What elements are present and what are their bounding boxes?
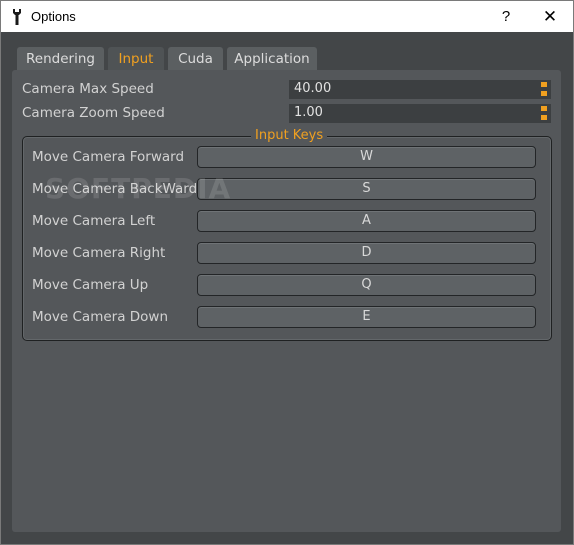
tab-input[interactable]: Input bbox=[108, 47, 164, 72]
move-backward-key-button[interactable]: S bbox=[197, 178, 536, 200]
camera-max-speed-label: Camera Max Speed bbox=[22, 81, 154, 97]
help-button[interactable]: ? bbox=[483, 1, 529, 32]
move-down-label: Move Camera Down bbox=[32, 309, 169, 325]
camera-max-speed-value: 40.00 bbox=[294, 81, 332, 96]
camera-zoom-speed-label: Camera Zoom Speed bbox=[22, 105, 165, 121]
window-title: Options bbox=[31, 9, 76, 24]
tab-cuda[interactable]: Cuda bbox=[168, 47, 223, 72]
move-forward-label: Move Camera Forward bbox=[32, 149, 185, 165]
move-left-key-button[interactable]: A bbox=[197, 210, 536, 232]
move-right-key-button[interactable]: D bbox=[197, 242, 536, 264]
move-down-key-button[interactable]: E bbox=[197, 306, 536, 328]
spin-arrows-icon[interactable] bbox=[541, 106, 547, 121]
move-forward-key-button[interactable]: W bbox=[197, 146, 536, 168]
input-keys-title: Input Keys bbox=[251, 128, 328, 143]
close-button[interactable]: ✕ bbox=[527, 1, 573, 32]
wrench-icon bbox=[10, 8, 24, 26]
spin-arrows-icon[interactable] bbox=[541, 82, 547, 97]
move-left-label: Move Camera Left bbox=[32, 213, 156, 229]
camera-max-speed-spinbox[interactable]: 40.00 bbox=[289, 80, 551, 99]
move-right-label: Move Camera Right bbox=[32, 245, 166, 261]
tab-rendering[interactable]: Rendering bbox=[17, 47, 104, 72]
move-up-key-button[interactable]: Q bbox=[197, 274, 536, 296]
tab-application[interactable]: Application bbox=[227, 47, 317, 72]
title-bar: Options ? ✕ bbox=[1, 1, 573, 32]
move-up-label: Move Camera Up bbox=[32, 277, 149, 293]
watermark: SOFTPEDIA bbox=[45, 172, 232, 205]
camera-zoom-speed-value: 1.00 bbox=[294, 105, 323, 120]
camera-zoom-speed-spinbox[interactable]: 1.00 bbox=[289, 104, 551, 123]
